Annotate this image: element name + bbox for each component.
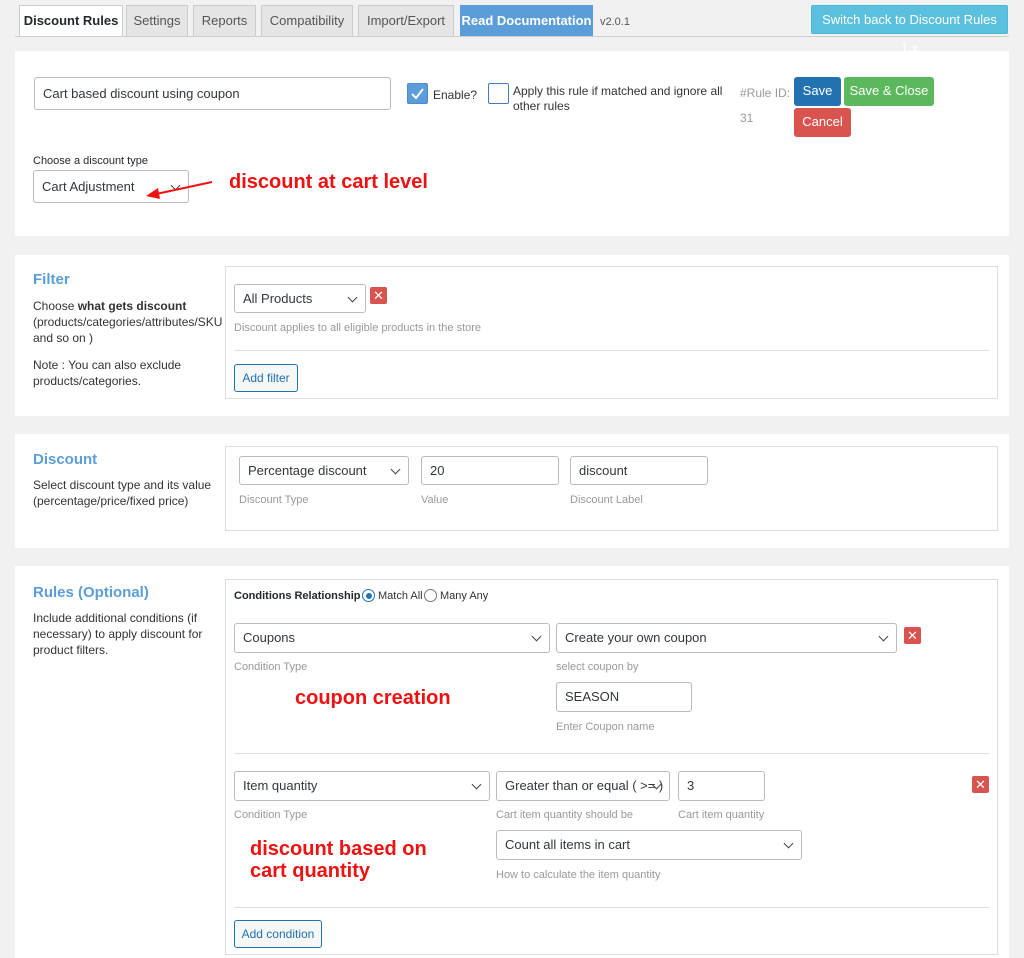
remove-condition1-icon[interactable]: ✕ <box>904 627 921 644</box>
condition1-type-hint: Condition Type <box>234 661 308 673</box>
exclusive-rule-label: Apply this rule if matched and ignore al… <box>513 84 722 114</box>
discount-description-line1: Select discount type and its value <box>33 478 212 492</box>
filter-note-line2: products/categories. <box>33 374 142 388</box>
quantity-calc-value: Count all items in cart <box>505 837 630 852</box>
quantity-operator-hint: Cart item quantity should be <box>496 809 633 821</box>
filter-divider <box>234 350 989 351</box>
quantity-input[interactable]: 3 <box>678 771 765 801</box>
filter-type-value: All Products <box>243 291 313 306</box>
discount-method-value: Percentage discount <box>248 463 367 478</box>
discount-title: Discount <box>33 451 98 468</box>
rule-id-label: #Rule ID: <box>740 86 791 100</box>
quantity-operator-select[interactable]: Greater than or equal ( >= ) <box>496 771 670 801</box>
remove-condition2-icon[interactable]: ✕ <box>972 776 989 793</box>
rules-title: Rules (Optional) <box>33 584 149 601</box>
many-any-label: Many Any <box>440 590 489 602</box>
chevron-down-icon <box>471 779 482 790</box>
discount-type-label: Choose a discount type <box>33 155 148 167</box>
discount-method-hint: Discount Type <box>239 494 309 506</box>
condition1-type-select[interactable]: Coupons <box>234 623 550 653</box>
tab-reports[interactable]: Reports <box>193 5 256 36</box>
discount-value-hint: Value <box>421 494 449 506</box>
add-filter-button[interactable]: Add filter <box>234 364 298 392</box>
add-condition-divider <box>234 907 989 908</box>
tab-import-export[interactable]: Import/Export <box>358 5 454 36</box>
annotation-cart-quantity: discount based on cart quantity <box>250 838 427 882</box>
annotation-cart-quantity-line1: discount based on <box>250 838 427 860</box>
discount-label-hint: Discount Label <box>570 494 643 506</box>
cancel-button[interactable]: Cancel <box>794 108 851 137</box>
rules-description-line3: product filters. <box>33 643 109 657</box>
radio-selected-dot <box>365 592 372 599</box>
version-label: v2.0.1 <box>600 16 630 28</box>
coupon-name-input[interactable]: SEASON <box>556 682 692 712</box>
tab-compatibility[interactable]: Compatibility <box>261 5 353 36</box>
filter-type-select[interactable]: All Products <box>234 284 366 313</box>
add-condition-button[interactable]: Add condition <box>234 920 322 948</box>
rules-description-line1: Include additional conditions (if <box>33 611 198 625</box>
rules-description-line2: necessary) to apply discount for <box>33 627 203 641</box>
tab-divider <box>15 36 1009 37</box>
condition1-type-value: Coupons <box>243 630 296 645</box>
filter-hint: Discount applies to all eligible product… <box>234 322 482 334</box>
discount-value-input[interactable]: 20 <box>421 456 559 485</box>
quantity-calc-hint: How to calculate the item quantity <box>496 869 661 881</box>
discount-label-input[interactable]: discount <box>570 456 708 485</box>
chevron-down-icon <box>531 631 542 642</box>
match-all-radio[interactable] <box>362 589 375 602</box>
filter-description-bold: what gets discount <box>77 299 187 313</box>
filter-description: Choose what gets discount (products/cate… <box>33 298 223 346</box>
coupon-source-value: Create your own coupon <box>565 630 707 645</box>
check-icon <box>411 88 424 100</box>
chevron-down-icon <box>347 292 358 303</box>
discount-description-line2: (percentage/price/fixed price) <box>33 494 189 508</box>
filter-note-line1: Note : You can also exclude <box>33 358 182 372</box>
exclusive-rule-label-line1: Apply this rule if matched and ignore al… <box>513 84 723 98</box>
tab-read-documentation[interactable]: Read Documentation <box>460 5 593 36</box>
condition2-type-value: Item quantity <box>243 778 318 793</box>
filter-title: Filter <box>33 271 70 288</box>
exclusive-rule-label-line2: other rules <box>513 99 570 113</box>
enable-label: Enable? <box>433 88 478 102</box>
filter-note: Note : You can also exclude products/cat… <box>33 357 181 389</box>
filter-description-line2: (products/categories/attributes/SKU <box>33 315 223 329</box>
annotation-cart-level: discount at cart level <box>229 171 428 193</box>
chevron-down-icon <box>878 631 889 642</box>
discount-type-value: Cart Adjustment <box>42 179 135 194</box>
rule-id-value: 31 <box>740 111 754 125</box>
condition2-type-select[interactable]: Item quantity <box>234 771 490 801</box>
discount-method-select[interactable]: Percentage discount <box>239 456 409 485</box>
many-any-radio[interactable] <box>424 589 437 602</box>
coupon-source-select[interactable]: Create your own coupon <box>556 623 897 653</box>
rule-name-input[interactable]: Cart based discount using coupon <box>34 77 391 110</box>
annotation-coupon-creation: coupon creation <box>295 687 451 709</box>
quantity-operator-value: Greater than or equal ( >= ) <box>505 778 664 793</box>
annotation-cart-quantity-line2: cart quantity <box>250 860 371 882</box>
filter-description-line3: and so on ) <box>33 331 94 345</box>
chevron-down-icon <box>783 838 794 849</box>
conditions-relationship-label: Conditions Relationship <box>234 590 361 602</box>
annotation-arrow-icon <box>146 181 213 199</box>
quantity-hint: Cart item quantity <box>678 809 765 821</box>
save-button[interactable]: Save <box>794 77 841 106</box>
rules-description: Include additional conditions (if necess… <box>33 610 202 658</box>
enable-checkbox[interactable] <box>407 83 428 104</box>
quantity-calc-select[interactable]: Count all items in cart <box>496 830 802 860</box>
exclusive-rule-checkbox[interactable] <box>488 83 509 104</box>
filter-description-line1: Choose what gets discount <box>33 298 218 314</box>
switch-version-button[interactable]: Switch back to Discount Rules 1.x <box>811 5 1008 55</box>
coupon-name-hint: Enter Coupon name <box>556 721 655 733</box>
filter-description-prefix: Choose <box>33 299 78 313</box>
discount-description: Select discount type and its value (perc… <box>33 477 211 509</box>
chevron-down-icon <box>390 464 401 475</box>
save-close-button[interactable]: Save & Close <box>844 77 934 106</box>
condition2-type-hint: Condition Type <box>234 809 308 821</box>
conditions-divider <box>234 753 989 754</box>
match-all-label: Match All <box>378 590 423 602</box>
tab-settings[interactable]: Settings <box>126 5 188 36</box>
coupon-source-hint: select coupon by <box>556 661 639 673</box>
remove-filter-icon[interactable]: ✕ <box>370 287 387 304</box>
tab-discount-rules[interactable]: Discount Rules <box>19 5 123 37</box>
